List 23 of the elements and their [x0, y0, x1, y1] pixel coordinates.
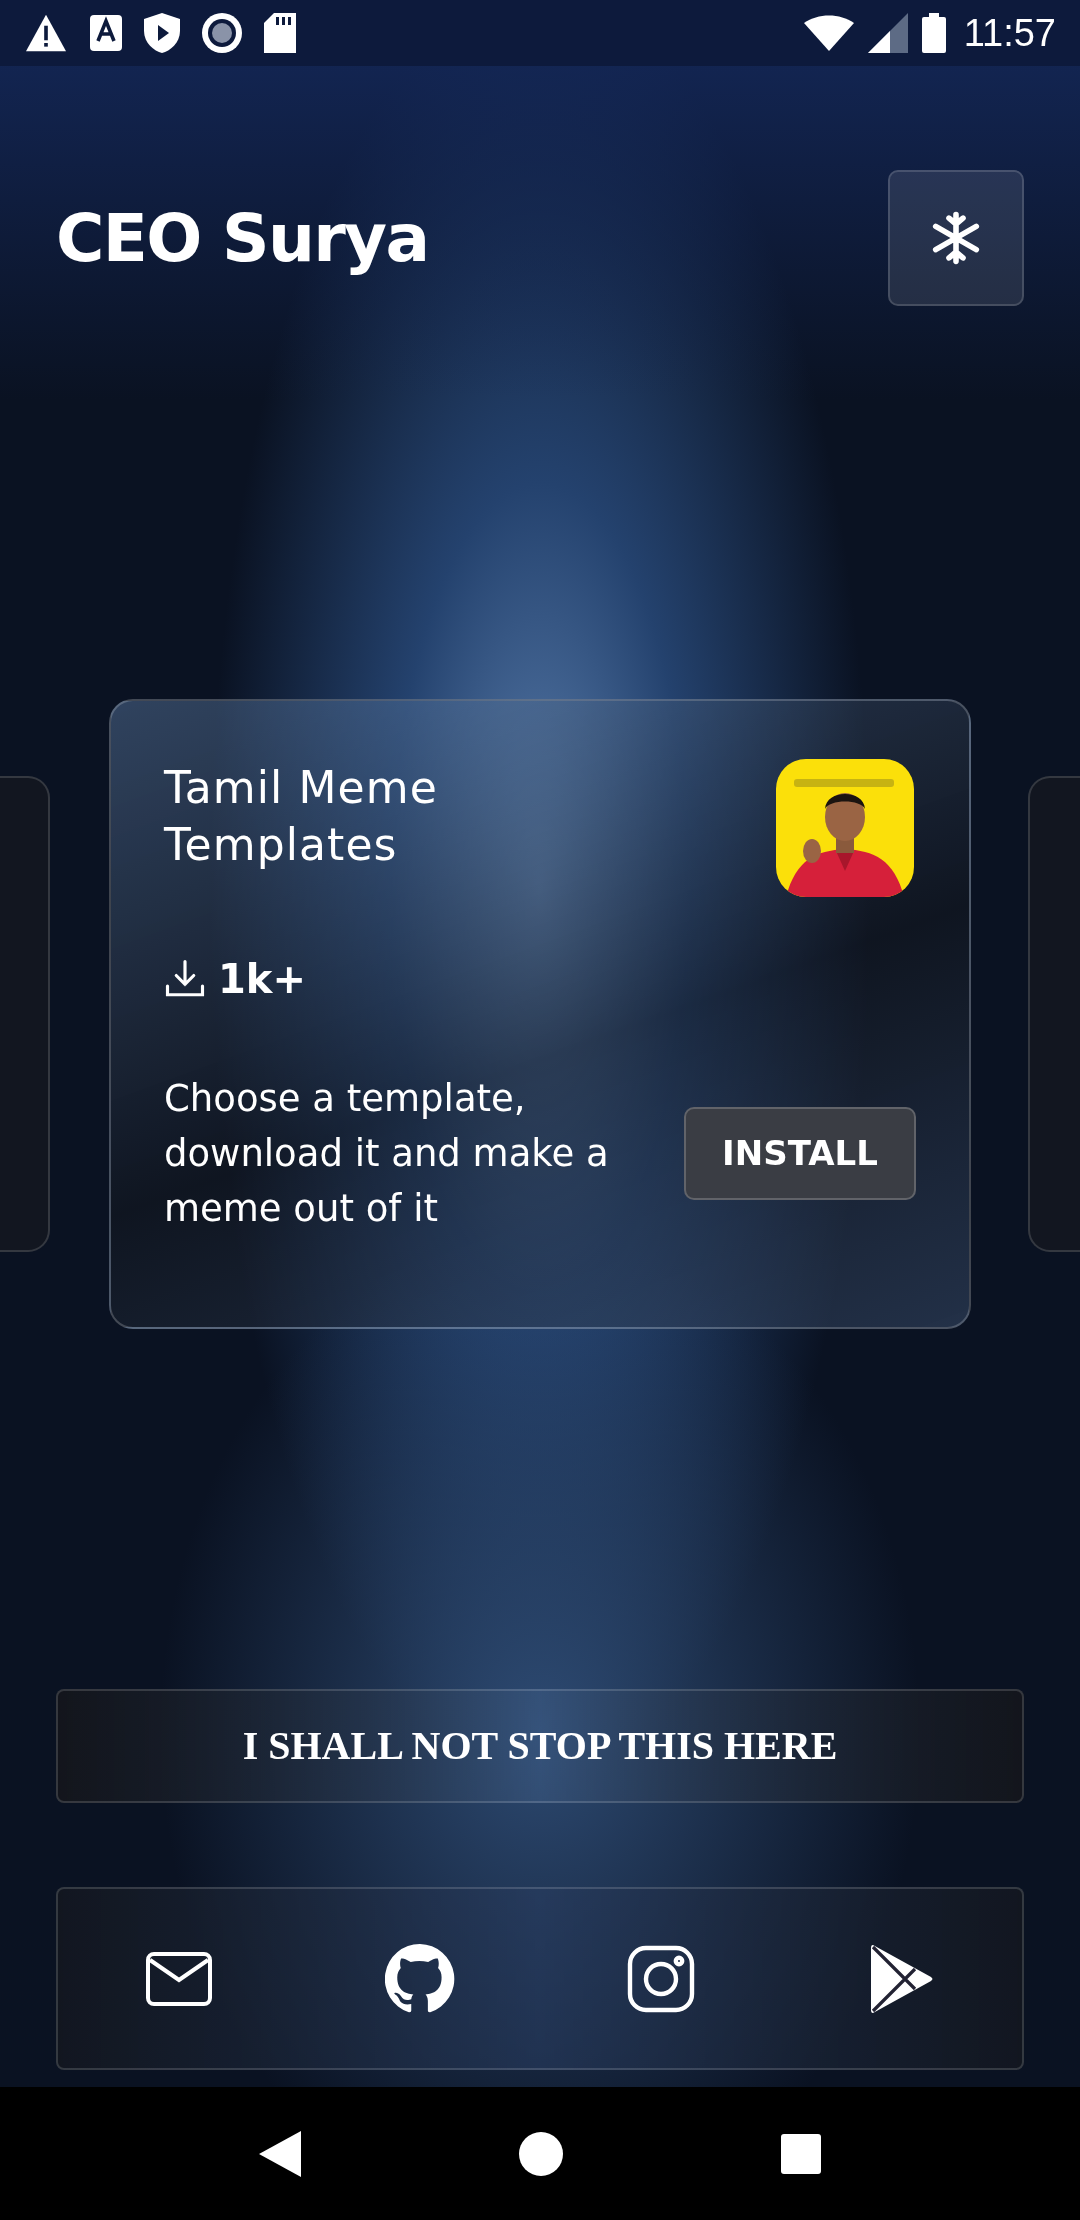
home-icon[interactable] — [519, 2131, 563, 2176]
app-description: Choose a template, download it and make a meme out of it — [164, 1076, 610, 1232]
record-icon — [202, 13, 242, 53]
warning-icon — [24, 13, 68, 53]
recents-icon[interactable] — [781, 2133, 821, 2174]
mail-icon[interactable] — [145, 1951, 212, 2006]
github-icon[interactable] — [384, 1943, 455, 2014]
wifi-icon — [803, 15, 854, 51]
status-time: 11:57 — [963, 14, 1056, 52]
instagram-icon[interactable] — [626, 1944, 695, 2013]
sd-card-icon — [264, 13, 296, 53]
theme-button[interactable] — [888, 170, 1024, 306]
app-title: CEO Surya — [56, 198, 429, 279]
quote-banner: I SHALL NOT STOP THIS HERE — [56, 1689, 1024, 1803]
download-count: 1k+ — [218, 955, 306, 1004]
battery-icon — [921, 13, 946, 53]
back-icon[interactable] — [259, 2130, 301, 2177]
signal-icon — [867, 13, 908, 53]
play-store-icon[interactable] — [870, 1944, 933, 2013]
install-button[interactable]: INSTALL — [684, 1107, 916, 1200]
shield-play-icon — [144, 13, 180, 53]
font-icon — [90, 15, 122, 51]
app-name: Tamil Meme Templates — [164, 761, 439, 872]
